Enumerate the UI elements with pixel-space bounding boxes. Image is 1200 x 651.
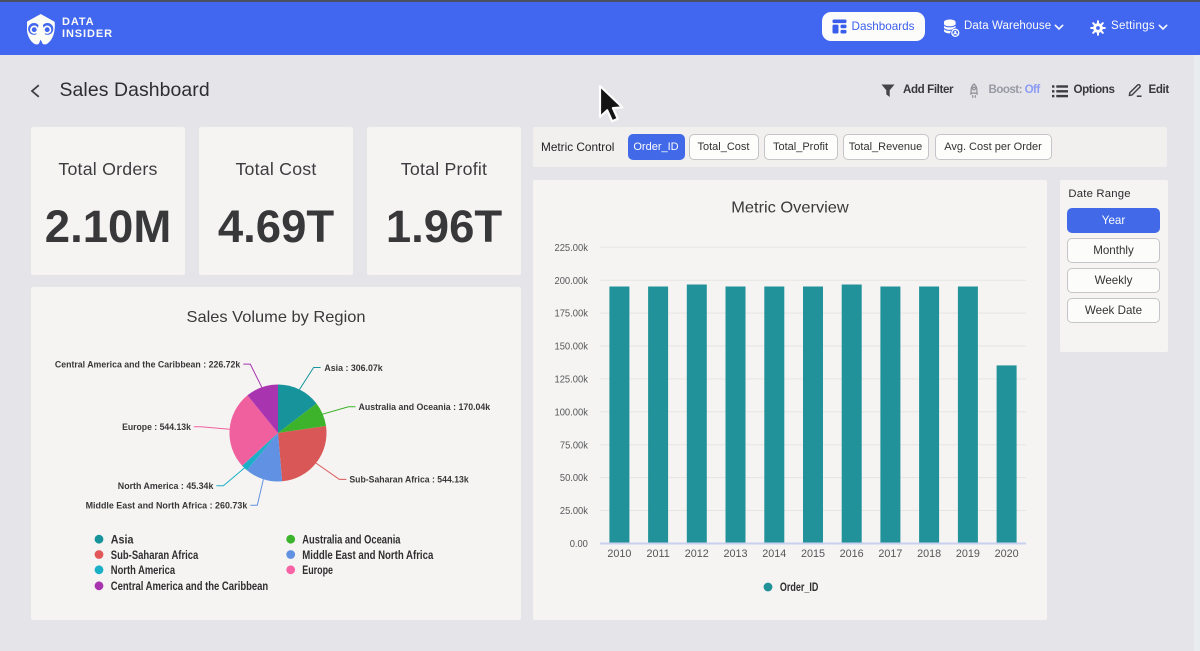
svg-text:175.00k: 175.00k — [555, 308, 589, 320]
svg-text:North America: North America — [111, 563, 176, 577]
svg-text:Sales Volume by Region: Sales Volume by Region — [187, 309, 366, 326]
svg-text:2020: 2020 — [995, 548, 1019, 560]
svg-text:Central America and the Caribb: Central America and the Caribbean : 226.… — [55, 360, 241, 370]
svg-text:2012: 2012 — [685, 548, 709, 560]
svg-text:Europe: Europe — [302, 563, 333, 577]
svg-text:2013: 2013 — [723, 548, 747, 560]
svg-text:150.00k: 150.00k — [555, 341, 589, 353]
svg-text:50.00k: 50.00k — [560, 472, 589, 484]
svg-text:2018: 2018 — [917, 548, 941, 560]
svg-text:2010: 2010 — [607, 548, 631, 560]
svg-text:Metric Overview: Metric Overview — [731, 199, 849, 216]
svg-text:Central America and the Caribb: Central America and the Caribbean — [111, 579, 268, 593]
svg-text:0.00: 0.00 — [570, 538, 588, 550]
svg-text:Asia : 306.07k: Asia : 306.07k — [324, 363, 383, 373]
svg-text:2015: 2015 — [801, 548, 825, 560]
svg-text:North America : 45.34k: North America : 45.34k — [118, 481, 214, 491]
svg-text:Sub-Saharan Africa : 544.13k: Sub-Saharan Africa : 544.13k — [349, 475, 469, 485]
svg-text:Order_ID: Order_ID — [780, 582, 819, 594]
svg-text:225.00k: 225.00k — [555, 242, 589, 254]
svg-text:2011: 2011 — [646, 548, 669, 560]
svg-text:2017: 2017 — [878, 548, 902, 560]
svg-text:Sub-Saharan Africa: Sub-Saharan Africa — [111, 548, 199, 562]
svg-text:25.00k: 25.00k — [560, 505, 589, 517]
svg-text:125.00k: 125.00k — [555, 374, 589, 386]
svg-text:75.00k: 75.00k — [560, 439, 589, 451]
svg-text:2014: 2014 — [762, 548, 786, 560]
svg-text:Middle East and North Africa :: Middle East and North Africa : 260.73k — [86, 501, 248, 511]
svg-text:2019: 2019 — [956, 548, 980, 560]
svg-text:Asia: Asia — [111, 533, 134, 547]
svg-text:Australia and Oceania: Australia and Oceania — [302, 533, 400, 547]
svg-text:Australia and Oceania : 170.04: Australia and Oceania : 170.04k — [359, 402, 491, 412]
svg-text:200.00k: 200.00k — [555, 275, 589, 287]
svg-text:Middle East and North Africa: Middle East and North Africa — [302, 548, 433, 562]
svg-text:2016: 2016 — [840, 548, 864, 560]
svg-text:100.00k: 100.00k — [555, 406, 589, 418]
svg-text:Europe : 544.13k: Europe : 544.13k — [122, 422, 192, 432]
